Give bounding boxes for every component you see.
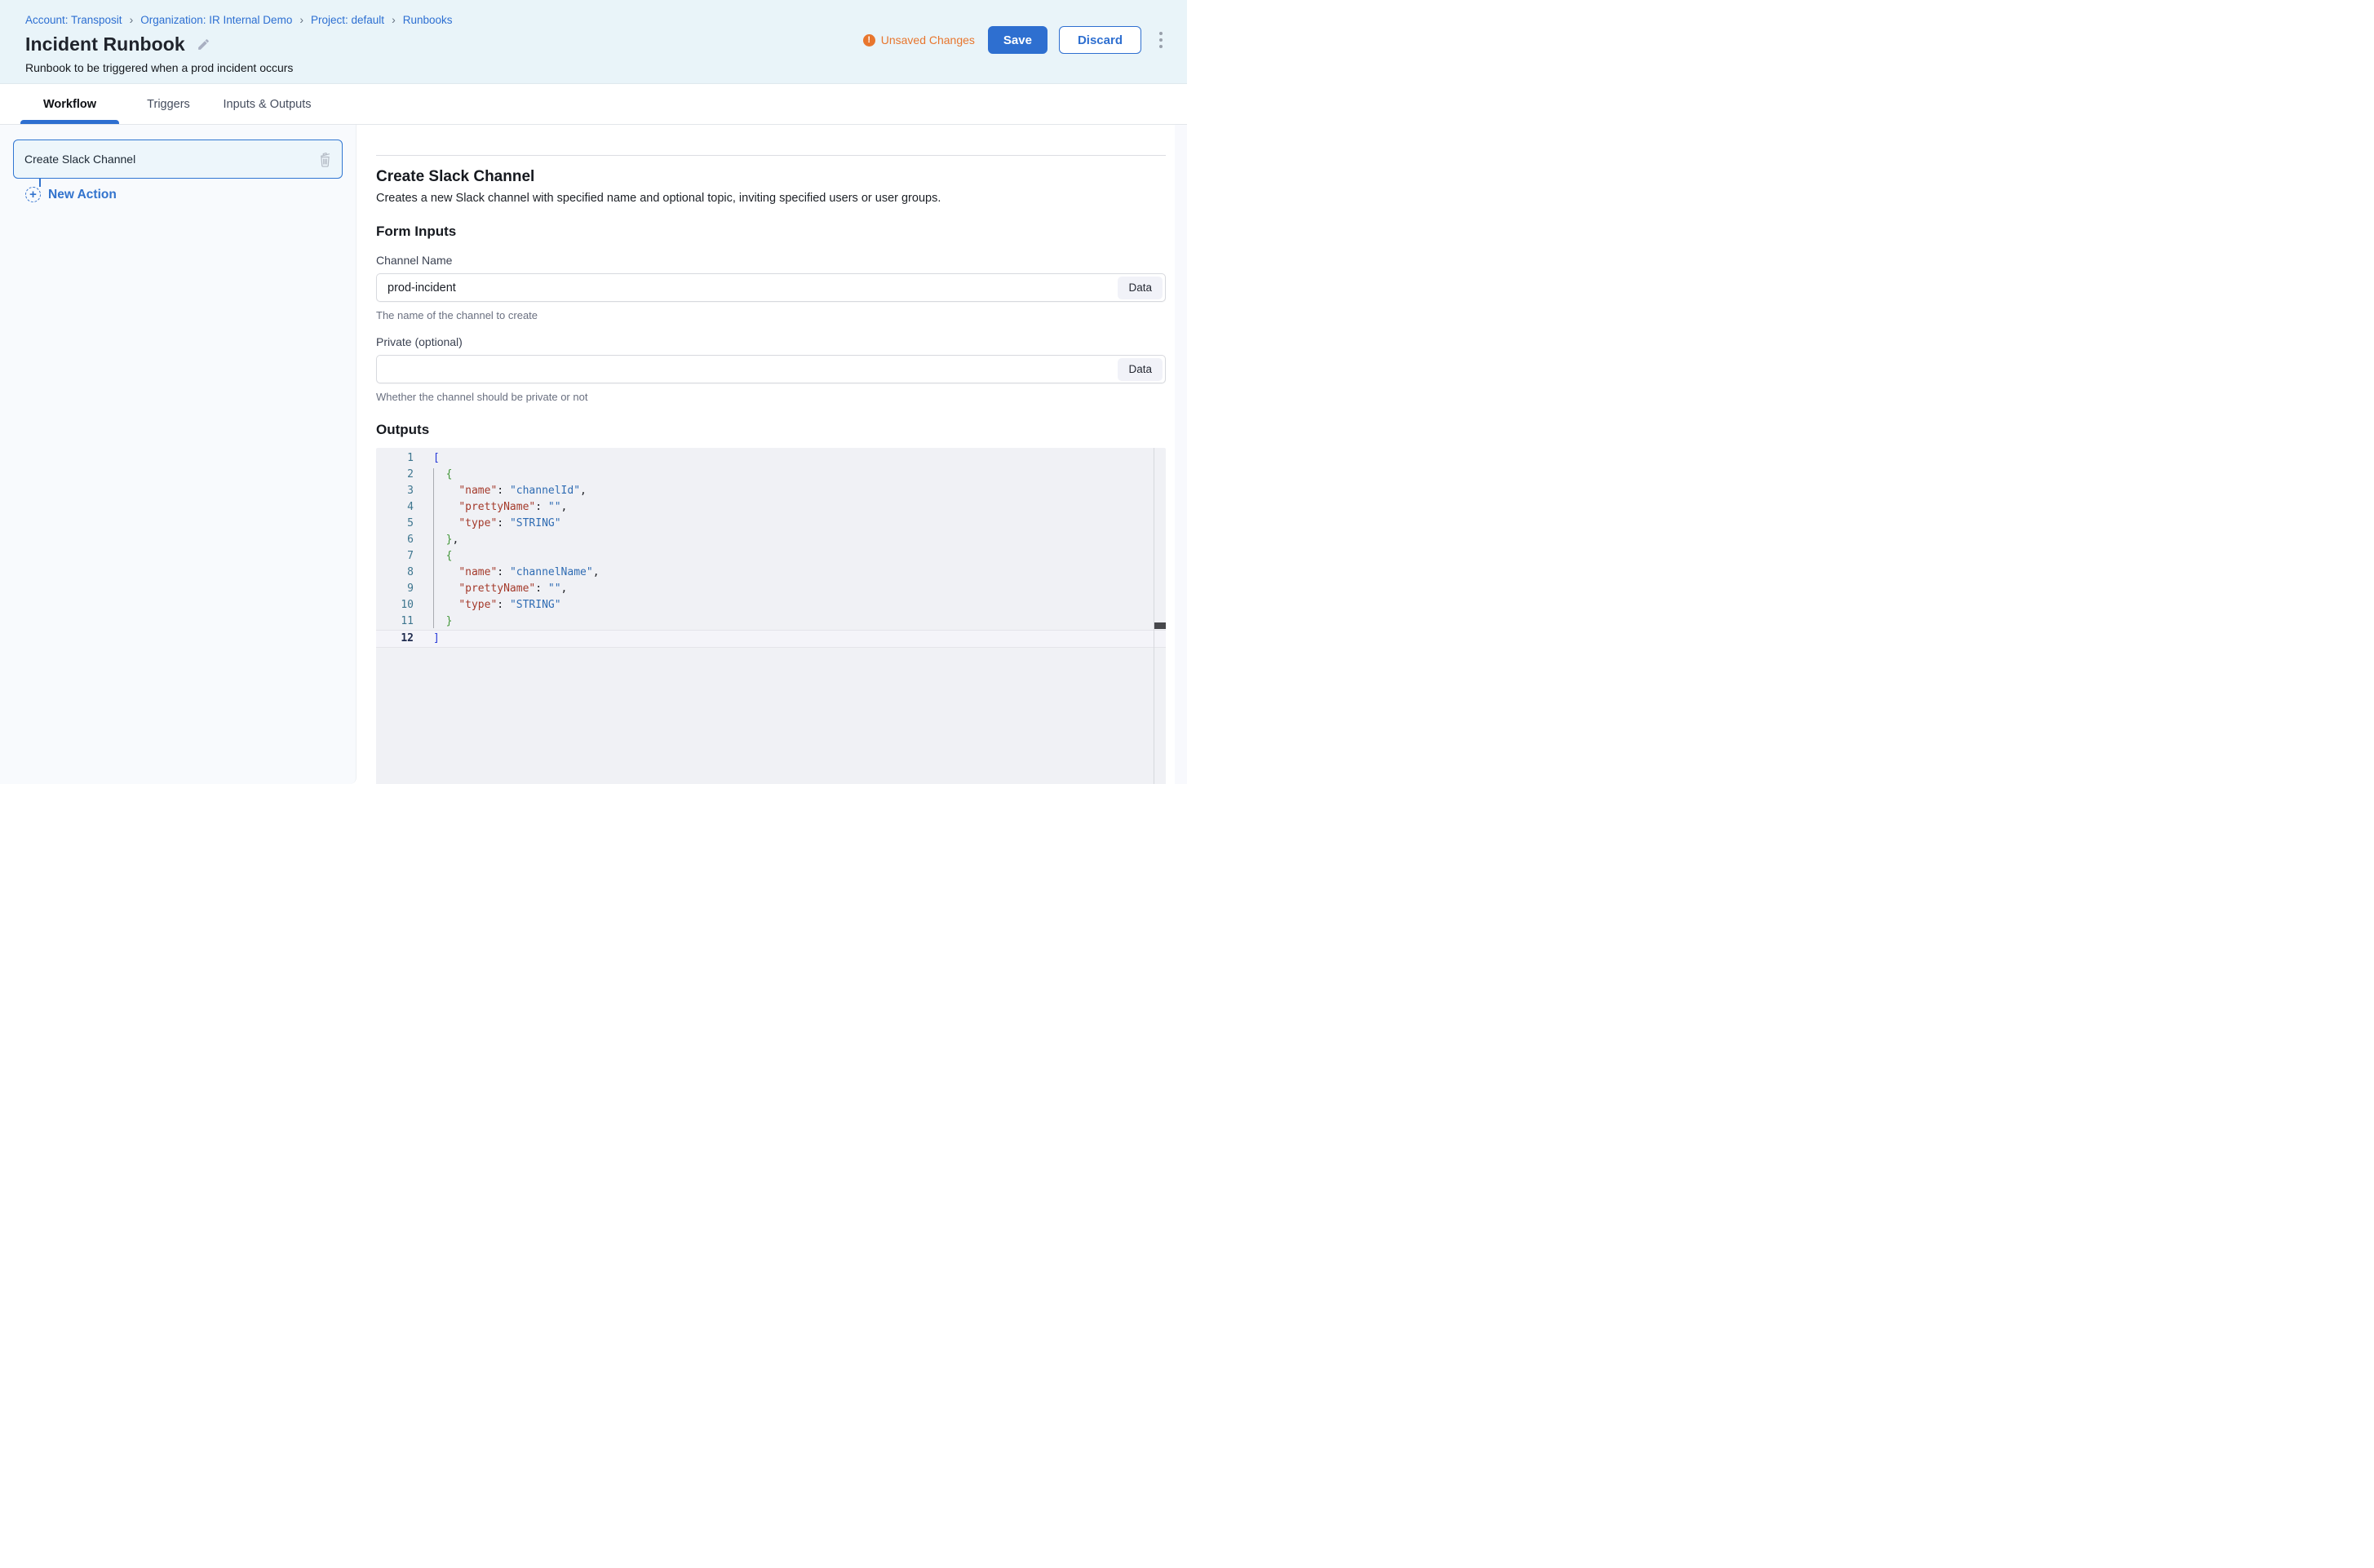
code-line-content: "prettyName": "", (414, 581, 567, 597)
line-number: 5 (376, 516, 414, 532)
code-line: 10 "type": "STRING" (376, 597, 1166, 613)
tab-inputs-outputs-label: Inputs & Outputs (223, 98, 311, 111)
breadcrumb: Account: Transposit › Organization: IR I… (25, 13, 1164, 26)
channel-name-help-text: The name of the channel to create (376, 309, 1166, 321)
tab-workflow[interactable]: Workflow (20, 84, 119, 124)
line-number: 1 (376, 450, 414, 467)
action-card-create-slack-channel[interactable]: Create Slack Channel (13, 140, 343, 179)
delete-action-trash-icon[interactable] (318, 152, 332, 167)
private-help-text: Whether the channel should be private or… (376, 391, 1166, 403)
indent-guide (433, 468, 434, 628)
line-number: 6 (376, 532, 414, 548)
code-line: 9 "prettyName": "", (376, 581, 1166, 597)
page-title: Incident Runbook (25, 33, 185, 55)
code-line: 11 } (376, 613, 1166, 630)
action-title: Create Slack Channel (376, 168, 1166, 186)
breadcrumb-runbooks-link[interactable]: Runbooks (403, 14, 453, 26)
code-line-content: [ (414, 450, 440, 467)
channel-name-label: Channel Name (376, 254, 1166, 267)
breadcrumb-separator-icon: › (130, 13, 134, 26)
code-line-content: "name": "channelName", (414, 565, 600, 581)
line-number: 4 (376, 499, 414, 516)
outputs-editor-lines: 1[2 {3 "name": "channelId",4 "prettyName… (376, 448, 1166, 648)
discard-button[interactable]: Discard (1059, 26, 1141, 54)
line-number: 9 (376, 581, 414, 597)
edit-title-pencil-icon[interactable] (197, 38, 210, 51)
code-line: 3 "name": "channelId", (376, 483, 1166, 499)
code-line-content: "prettyName": "", (414, 499, 567, 516)
line-number: 3 (376, 483, 414, 499)
plus-icon: + (25, 187, 41, 202)
code-line: 8 "name": "channelName", (376, 565, 1166, 581)
workflow-steps-panel: Create Slack Channel + (0, 125, 357, 784)
more-options-kebab-icon[interactable] (1154, 29, 1167, 51)
field-private: Private (optional) Data Whether the chan… (376, 335, 1166, 403)
code-line: 5 "type": "STRING" (376, 516, 1166, 532)
editor-scrollbar-thumb[interactable] (1154, 622, 1166, 629)
action-detail-pane: Create Slack Channel Creates a new Slack… (357, 125, 1175, 784)
code-line: 6 }, (376, 532, 1166, 548)
warning-icon: ! (863, 34, 875, 47)
line-number: 12 (376, 631, 414, 647)
line-number: 2 (376, 467, 414, 483)
code-line-content: "type": "STRING" (414, 597, 561, 613)
tab-workflow-label: Workflow (43, 98, 96, 111)
workflow-connector-line (39, 179, 41, 187)
code-line: 1[ (376, 450, 1166, 467)
tab-triggers-label: Triggers (147, 98, 190, 111)
save-button[interactable]: Save (988, 26, 1047, 54)
line-number: 8 (376, 565, 414, 581)
breadcrumb-project-link[interactable]: Project: default (311, 14, 384, 26)
code-line: 12] (376, 630, 1166, 648)
code-line: 7 { (376, 548, 1166, 565)
channel-name-data-button[interactable]: Data (1118, 277, 1163, 299)
action-description: Creates a new Slack channel with specifi… (376, 192, 1166, 205)
detail-top-divider (376, 155, 1166, 156)
form-inputs-heading: Form Inputs (376, 224, 1166, 240)
action-card-title: Create Slack Channel (24, 153, 135, 166)
code-line-content: "type": "STRING" (414, 516, 561, 532)
code-line: 2 { (376, 467, 1166, 483)
private-label: Private (optional) (376, 335, 1166, 348)
breadcrumb-account-link[interactable]: Account: Transposit (25, 14, 122, 26)
page-right-rail (1175, 125, 1187, 784)
unsaved-changes-label: Unsaved Changes (881, 33, 975, 47)
private-data-button[interactable]: Data (1118, 358, 1163, 381)
unsaved-changes-badge: ! Unsaved Changes (863, 33, 975, 47)
field-channel-name: Channel Name Data The name of the channe… (376, 254, 1166, 321)
code-line-content: "name": "channelId", (414, 483, 587, 499)
breadcrumb-organization-link[interactable]: Organization: IR Internal Demo (140, 14, 292, 26)
tab-bar: Workflow Triggers Inputs & Outputs (0, 84, 1187, 125)
new-action-label: New Action (48, 188, 117, 202)
new-action-button[interactable]: + New Action (25, 187, 343, 202)
code-line-content: }, (414, 532, 458, 548)
breadcrumb-separator-icon: › (392, 13, 396, 26)
tab-triggers[interactable]: Triggers (119, 84, 218, 124)
page-header: Account: Transposit › Organization: IR I… (0, 0, 1187, 84)
outputs-heading: Outputs (376, 422, 1166, 438)
code-line: 4 "prettyName": "", (376, 499, 1166, 516)
line-number: 7 (376, 548, 414, 565)
line-number: 10 (376, 597, 414, 613)
breadcrumb-separator-icon: › (299, 13, 303, 26)
private-input[interactable] (376, 355, 1166, 383)
tab-inputs-outputs[interactable]: Inputs & Outputs (218, 84, 317, 124)
active-tab-indicator (20, 120, 119, 124)
line-number: 11 (376, 613, 414, 630)
code-line-content: ] (414, 631, 440, 647)
outputs-code-editor[interactable]: 1[2 {3 "name": "channelId",4 "prettyName… (376, 448, 1166, 784)
runbook-editor-page: Account: Transposit › Organization: IR I… (0, 0, 1187, 784)
runbook-description: Runbook to be triggered when a prod inci… (25, 61, 1164, 74)
channel-name-input[interactable] (376, 273, 1166, 302)
